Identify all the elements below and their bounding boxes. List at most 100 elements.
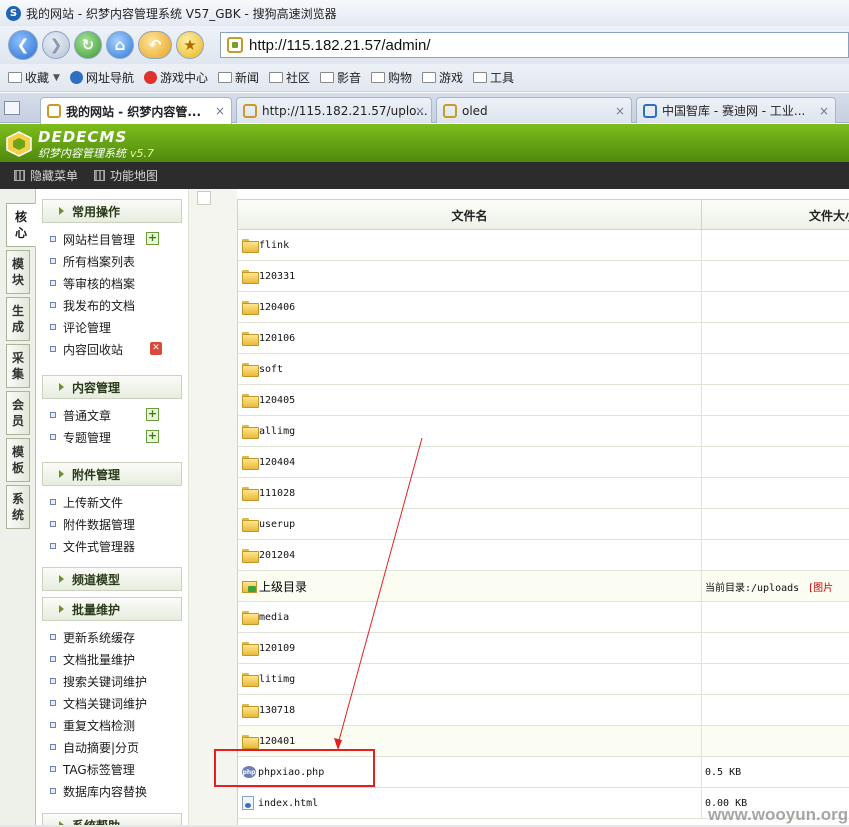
- menu-item-pending-archives[interactable]: 等审核的档案: [50, 273, 135, 293]
- table-row[interactable]: soft: [238, 354, 849, 385]
- image-filter-link[interactable]: [图片: [809, 579, 833, 594]
- menu-item-articles[interactable]: 普通文章 +: [50, 405, 159, 425]
- file-name[interactable]: 120404: [259, 457, 295, 468]
- hide-menu-button[interactable]: 隐藏菜单: [14, 167, 78, 184]
- address-url[interactable]: http://115.182.21.57/admin/: [249, 37, 431, 54]
- vtab-members[interactable]: 会员: [6, 391, 30, 435]
- menu-item-topics[interactable]: 专题管理 +: [50, 427, 159, 447]
- tab-menu-icon[interactable]: [4, 101, 20, 115]
- favorite-star-button[interactable]: ★: [176, 31, 204, 59]
- file-name[interactable]: 130718: [259, 705, 295, 716]
- file-name[interactable]: soft: [259, 364, 283, 375]
- menu-item-doc-keywords[interactable]: 文档关键词维护: [50, 693, 147, 713]
- tab-oled[interactable]: oled ×: [436, 97, 632, 123]
- file-name[interactable]: 120401: [259, 736, 295, 747]
- undo-close-tab-button[interactable]: ↶: [138, 31, 172, 59]
- section-batch-maintenance[interactable]: 批量维护: [42, 597, 182, 621]
- table-row[interactable]: 111028: [238, 478, 849, 509]
- bookmark-news[interactable]: 新闻: [217, 69, 259, 86]
- section-channel-models[interactable]: 频道模型: [42, 567, 182, 591]
- close-icon[interactable]: ×: [215, 104, 225, 118]
- table-row[interactable]: 120106: [238, 323, 849, 354]
- section-attachments[interactable]: 附件管理: [42, 462, 182, 486]
- table-row[interactable]: media: [238, 602, 849, 633]
- menu-item-doc-batch[interactable]: 文档批量维护: [50, 649, 135, 669]
- table-row[interactable]: allimg: [238, 416, 849, 447]
- address-bar[interactable]: http://115.182.21.57/admin/: [220, 32, 849, 58]
- forward-button[interactable]: ❯: [42, 31, 70, 59]
- menu-item-tag-manage[interactable]: TAG标签管理: [50, 759, 135, 779]
- function-map-button[interactable]: 功能地图: [94, 167, 158, 184]
- section-common-ops[interactable]: 常用操作: [42, 199, 182, 223]
- close-icon[interactable]: ×: [819, 104, 829, 118]
- file-name[interactable]: litimg: [259, 674, 295, 685]
- vtab-templates[interactable]: 模板: [6, 438, 30, 482]
- bookmark-games-center[interactable]: 游戏中心: [143, 69, 208, 86]
- close-icon[interactable]: ×: [615, 104, 625, 118]
- menu-item-db-replace[interactable]: 数据库内容替换: [50, 781, 147, 801]
- frame-toggle[interactable]: [197, 191, 211, 205]
- menu-item-recycle-bin[interactable]: 内容回收站 ✕: [50, 339, 162, 359]
- menu-item-attachment-data[interactable]: 附件数据管理: [50, 514, 135, 534]
- file-name[interactable]: 120331: [259, 271, 295, 282]
- menu-item-update-cache[interactable]: 更新系统缓存: [50, 627, 135, 647]
- table-row[interactable]: litimg: [238, 664, 849, 695]
- file-name[interactable]: 120106: [259, 333, 295, 344]
- bookmark-media[interactable]: 影音: [320, 69, 361, 86]
- vtab-system[interactable]: 系统: [6, 485, 30, 529]
- menu-item-all-archives[interactable]: 所有档案列表: [50, 251, 135, 271]
- table-row[interactable]: 120331: [238, 261, 849, 292]
- table-row[interactable]: 120406: [238, 292, 849, 323]
- file-name[interactable]: 120109: [259, 643, 295, 654]
- menu-item-auto-summary[interactable]: 自动摘要|分页: [50, 737, 139, 757]
- file-name[interactable]: 120406: [259, 302, 295, 313]
- add-icon[interactable]: +: [146, 408, 159, 421]
- section-content-manage[interactable]: 内容管理: [42, 375, 182, 399]
- menu-item-search-keywords[interactable]: 搜索关键词维护: [50, 671, 147, 691]
- table-row[interactable]: 120404: [238, 447, 849, 478]
- back-button[interactable]: ❮: [8, 30, 38, 60]
- parent-directory-link[interactable]: 上级目录: [259, 578, 307, 595]
- table-row[interactable]: 120109: [238, 633, 849, 664]
- tab-uploads[interactable]: http://115.182.21.57/uplo... ×: [236, 97, 432, 123]
- table-row[interactable]: flink: [238, 230, 849, 261]
- file-name[interactable]: index.html: [258, 798, 318, 809]
- bookmark-favorites[interactable]: 收藏 ▼: [8, 69, 60, 86]
- add-icon[interactable]: +: [146, 232, 159, 245]
- close-icon[interactable]: ×: [415, 104, 425, 118]
- file-name[interactable]: allimg: [259, 426, 295, 437]
- menu-item-upload-file[interactable]: 上传新文件: [50, 492, 123, 512]
- delete-icon[interactable]: ✕: [150, 342, 162, 355]
- vtab-modules[interactable]: 模块: [6, 250, 30, 294]
- refresh-button[interactable]: ↻: [74, 31, 102, 59]
- menu-item-label: 专题管理: [63, 430, 112, 445]
- vtab-collect[interactable]: 采集: [6, 344, 30, 388]
- tab-china-think-tank[interactable]: 中国智库 - 赛迪网 - 工业... ×: [636, 97, 836, 123]
- bookmark-shopping[interactable]: 购物: [371, 69, 412, 86]
- parent-directory-row[interactable]: 上级目录 当前目录:/uploads [图片: [238, 571, 849, 602]
- bookmark-nav[interactable]: 网址导航: [69, 69, 134, 86]
- menu-item-my-documents[interactable]: 我发布的文档: [50, 295, 135, 315]
- file-name[interactable]: 120405: [259, 395, 295, 406]
- vtab-generate[interactable]: 生成: [6, 297, 30, 341]
- file-name[interactable]: 111028: [259, 488, 295, 499]
- file-name[interactable]: 201204: [259, 550, 295, 561]
- table-row[interactable]: userup: [238, 509, 849, 540]
- add-icon[interactable]: +: [146, 430, 159, 443]
- table-row[interactable]: 130718: [238, 695, 849, 726]
- menu-item-file-manager[interactable]: 文件式管理器: [50, 536, 135, 556]
- menu-item-comments[interactable]: 评论管理: [50, 317, 111, 337]
- tab-my-site[interactable]: 我的网站 - 织梦内容管... ×: [40, 97, 232, 124]
- table-row[interactable]: 201204: [238, 540, 849, 571]
- table-row[interactable]: 120405: [238, 385, 849, 416]
- bookmark-tools[interactable]: 工具: [473, 69, 514, 86]
- file-name[interactable]: userup: [259, 519, 295, 530]
- menu-item-column-manage[interactable]: 网站栏目管理 +: [50, 229, 159, 249]
- file-name[interactable]: flink: [259, 240, 289, 251]
- home-button[interactable]: ⌂: [106, 31, 134, 59]
- vtab-core[interactable]: 核心: [6, 203, 36, 247]
- bookmark-games[interactable]: 游戏: [422, 69, 463, 86]
- menu-item-duplicate-check[interactable]: 重复文档检测: [50, 715, 135, 735]
- bookmark-community[interactable]: 社区: [268, 69, 310, 86]
- file-name[interactable]: media: [259, 612, 289, 623]
